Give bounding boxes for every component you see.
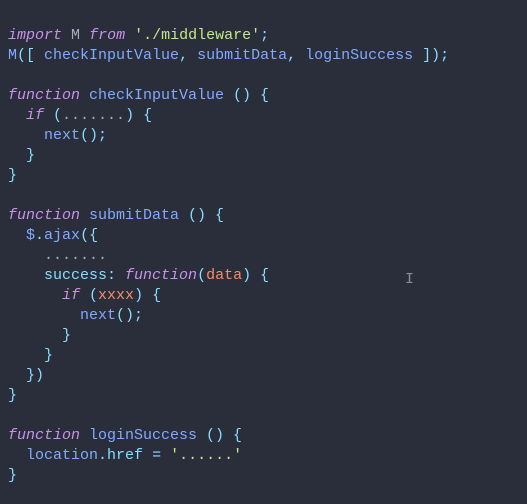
ajax-open: ({ — [80, 227, 98, 244]
object-location: location — [26, 447, 98, 464]
close-array: ]) — [413, 47, 440, 64]
arg-loginSuccess: loginSuccess — [305, 47, 413, 64]
line-1: import M from './middleware'; — [8, 27, 269, 44]
string-path: './middleware' — [134, 27, 260, 44]
if-open: ( — [44, 107, 62, 124]
brace-close-paren: }) — [26, 367, 44, 384]
brace-close-outer: } — [8, 467, 17, 484]
call-next: next — [44, 127, 80, 144]
brace-close-outer: } — [8, 387, 17, 404]
placeholder-xxxx: xxxx — [98, 287, 134, 304]
prop-success: success — [44, 267, 107, 284]
fn-open-paren: ( — [197, 267, 206, 284]
comma-2: , — [287, 47, 305, 64]
call-ajax: ajax — [44, 227, 80, 244]
if-close: ) { — [125, 107, 152, 124]
keyword-import: import — [8, 27, 62, 44]
equals: = — [143, 447, 170, 464]
keyword-function: function — [8, 427, 80, 444]
comma-1: , — [179, 47, 197, 64]
arg-checkInputValue: checkInputValue — [44, 47, 179, 64]
text-cursor-ibeam-icon: I — [405, 270, 414, 290]
param-data: data — [206, 267, 242, 284]
jquery-dollar: $ — [26, 227, 35, 244]
dot: . — [98, 447, 107, 464]
open-array: ([ — [17, 47, 44, 64]
fn2-name: submitData — [80, 207, 188, 224]
line-2: M([ checkInputValue, submitData, loginSu… — [8, 47, 449, 64]
prop-href: href — [107, 447, 143, 464]
identifier-M-call: M — [8, 47, 17, 64]
placeholder-dots: ....... — [44, 247, 107, 264]
fn3-decl: function loginSuccess () { — [8, 427, 242, 444]
semicolon: ; — [260, 27, 269, 44]
call-next-parens: (); — [80, 127, 107, 144]
if-open: ( — [80, 287, 98, 304]
call-next: next — [80, 307, 116, 324]
if-close: ) { — [134, 287, 161, 304]
brace-close: } — [62, 327, 71, 344]
fn2-decl: function submitData () { — [8, 207, 224, 224]
brace-close: } — [44, 347, 53, 364]
fn3-name: loginSuccess — [80, 427, 206, 444]
keyword-function-inline: function — [125, 267, 197, 284]
colon: : — [107, 267, 125, 284]
fn3-sig: () { — [206, 427, 242, 444]
dot: . — [35, 227, 44, 244]
fn1-name: checkInputValue — [80, 87, 233, 104]
keyword-function: function — [8, 87, 80, 104]
keyword-if: if — [62, 287, 80, 304]
call-next-parens: (); — [116, 307, 143, 324]
keyword-function: function — [8, 207, 80, 224]
string-placeholder: '......' — [170, 447, 242, 464]
brace-close-outer: } — [8, 167, 17, 184]
fn2-sig: () { — [188, 207, 224, 224]
end-semi: ; — [440, 47, 449, 64]
code-editor[interactable]: import M from './middleware'; M([ checkI… — [0, 0, 527, 504]
keyword-from: from — [89, 27, 125, 44]
keyword-if: if — [26, 107, 44, 124]
arg-submitData: submitData — [197, 47, 287, 64]
placeholder-dots: ....... — [62, 107, 125, 124]
identifier-M: M — [71, 27, 80, 44]
fn1-sig: () { — [233, 87, 269, 104]
fn-close-paren: ) { — [242, 267, 269, 284]
brace-close: } — [26, 147, 35, 164]
fn1-decl: function checkInputValue () { — [8, 87, 269, 104]
